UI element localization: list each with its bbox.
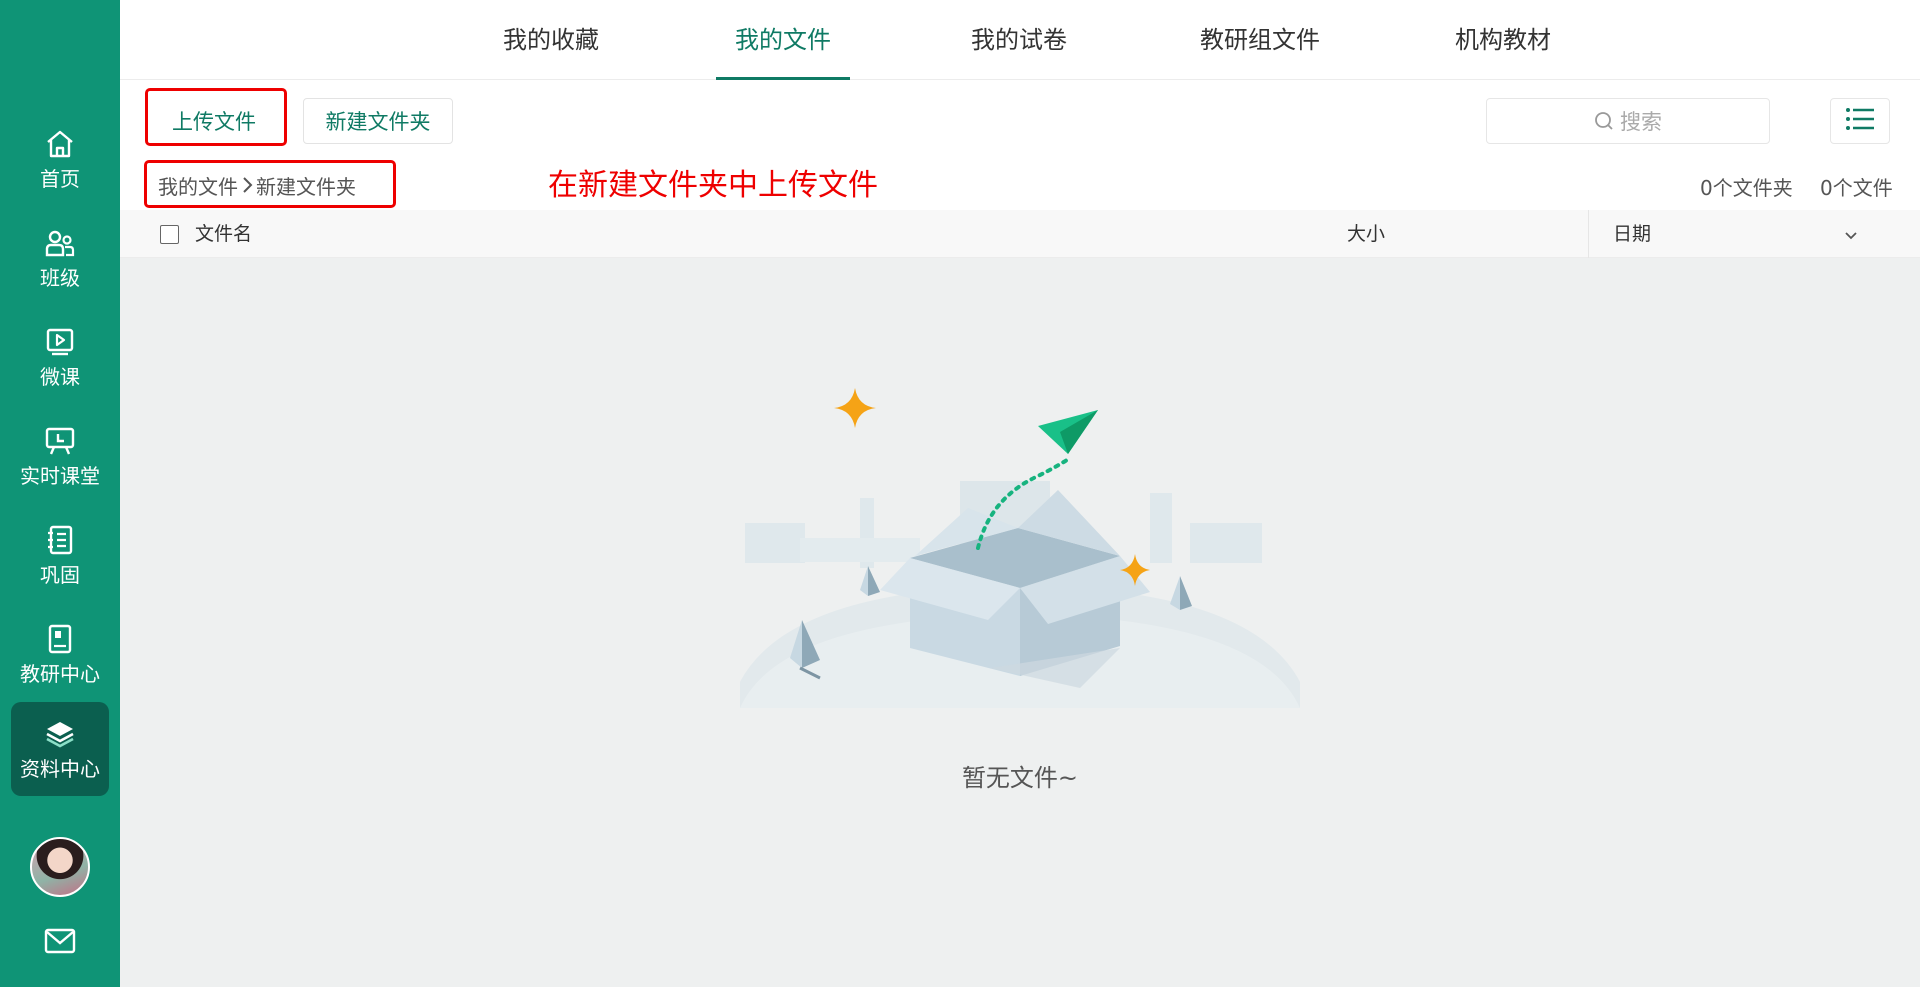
search-input[interactable]: 搜索 — [1486, 98, 1770, 144]
column-header-size[interactable]: 大小 — [1347, 210, 1385, 258]
column-header-name[interactable]: 文件名 — [195, 210, 252, 258]
sidebar-item-label: 微课 — [40, 365, 80, 389]
tab-favorites[interactable]: 我的收藏 — [486, 0, 616, 80]
search-placeholder: 搜索 — [1620, 110, 1662, 134]
sidebar-item-research[interactable]: 教研中心 — [0, 607, 120, 701]
new-folder-button[interactable]: 新建文件夹 — [303, 98, 453, 144]
table-header: 文件名 大小 日期 — [120, 210, 1920, 258]
video-icon — [43, 325, 77, 359]
column-divider — [1588, 210, 1589, 258]
sidebar-item-consolidate[interactable]: 巩固 — [0, 508, 120, 602]
tab-institution-materials[interactable]: 机构教材 — [1438, 0, 1568, 80]
sidebar-item-label: 资料中心 — [20, 757, 100, 781]
tab-my-files[interactable]: 我的文件 — [716, 0, 850, 80]
select-all-checkbox[interactable] — [160, 225, 179, 244]
tab-research-group-files[interactable]: 教研组文件 — [1180, 0, 1340, 80]
chevron-down-icon[interactable] — [1844, 211, 1858, 259]
sidebar-item-resources[interactable]: 资料中心 — [11, 702, 109, 796]
sidebar-item-label: 巩固 — [40, 563, 80, 587]
avatar[interactable] — [30, 837, 90, 897]
empty-box-illustration — [740, 388, 1300, 708]
highlight-upload-box — [145, 88, 287, 146]
users-icon — [43, 226, 77, 260]
layers-icon — [43, 717, 77, 751]
tab-my-papers[interactable]: 我的试卷 — [954, 0, 1084, 80]
sidebar-item-label: 实时课堂 — [20, 464, 100, 488]
column-header-date[interactable]: 日期 — [1613, 210, 1651, 258]
sidebar-item-live-class[interactable]: 实时课堂 — [0, 409, 120, 503]
sidebar-item-home[interactable]: 首页 — [0, 112, 120, 206]
empty-message: 暂无文件~ — [961, 764, 1079, 792]
board-icon — [43, 424, 77, 458]
sidebar-item-label: 首页 — [40, 167, 80, 191]
highlight-breadcrumb-box — [144, 160, 396, 208]
search-icon — [1594, 111, 1614, 131]
home-icon — [43, 127, 77, 161]
top-tabs: 我的收藏 我的文件 我的试卷 教研组文件 机构教材 — [120, 0, 1920, 80]
mail-icon[interactable] — [44, 928, 76, 954]
sidebar-item-microlesson[interactable]: 微课 — [0, 310, 120, 404]
sidebar-item-label: 教研中心 — [20, 662, 100, 686]
file-count: 0个文件 — [1820, 176, 1893, 200]
sidebar: 首页 班级 微课 实时课堂 巩固 教研中心 资料中心 — [0, 0, 120, 987]
empty-state: 暂无文件~ — [120, 258, 1920, 987]
list-icon — [1845, 107, 1875, 135]
folder-count: 0个文件夹 — [1700, 176, 1793, 200]
list-view-button[interactable] — [1830, 98, 1890, 144]
notebook-icon — [43, 523, 77, 557]
toolbar: 上传文件 新建文件夹 搜索 我的文件 新建文件夹 在新建文件夹中上传文件 0个文… — [120, 80, 1920, 210]
annotation-note: 在新建文件夹中上传文件 — [548, 168, 878, 203]
book-icon — [43, 622, 77, 656]
sidebar-item-class[interactable]: 班级 — [0, 211, 120, 305]
sidebar-item-label: 班级 — [40, 266, 80, 290]
